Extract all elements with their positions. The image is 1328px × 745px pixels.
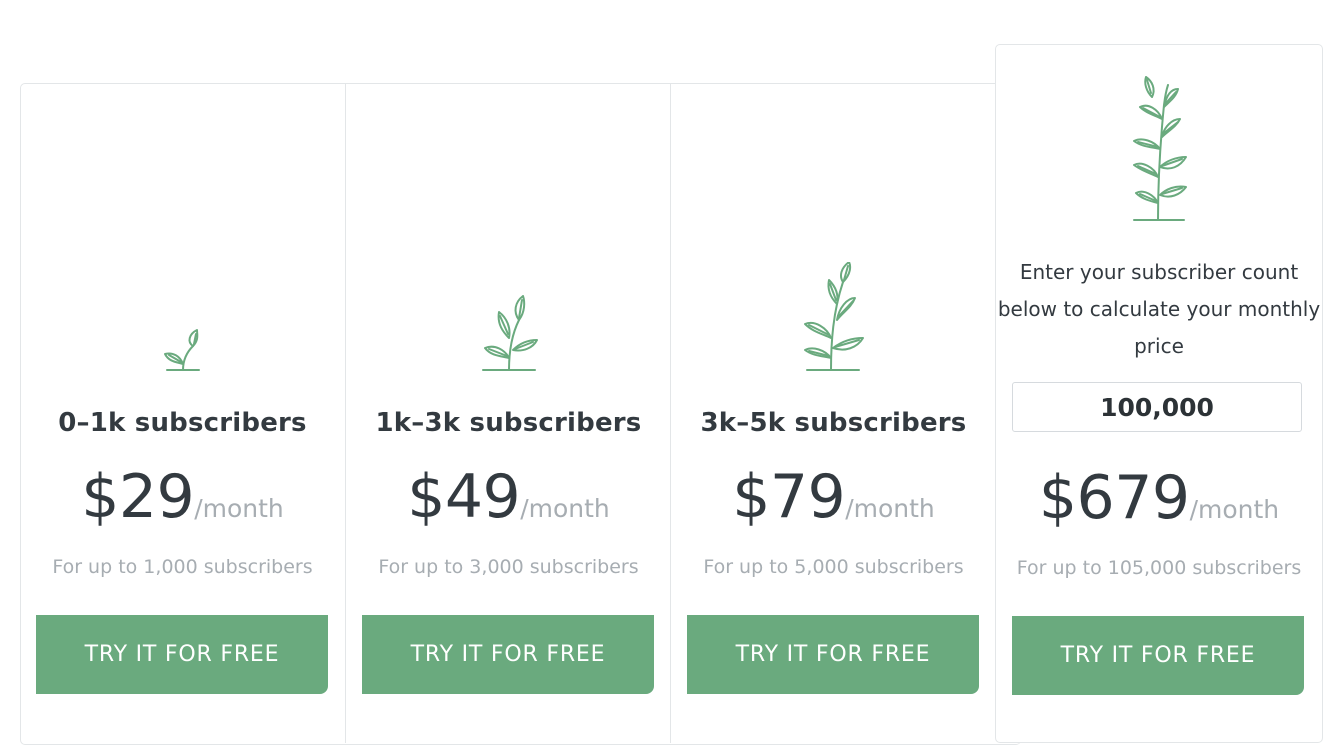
price-row: $679/month [996,463,1322,533]
sprout-icon [163,329,200,371]
medium-plant-icon [803,262,864,371]
plan-title: 0–1k subscribers [58,408,307,438]
price-period: /month [520,494,610,523]
tall-plant-icon [1133,76,1187,221]
plan-card-0-1k: 0–1k subscribers $29/month For up to 1,0… [20,84,345,743]
plan-note: For up to 1,000 subscribers [52,556,313,578]
plan-price: $49 [407,462,521,532]
try-free-button[interactable]: TRY IT FOR FREE [687,615,979,694]
subscriber-count-input[interactable] [1012,382,1302,432]
plan-card-3k-5k: 3k–5k subscribers $79/month For up to 5,… [670,84,996,743]
try-free-button[interactable]: TRY IT FOR FREE [1012,616,1304,695]
plan-note: For up to 105,000 subscribers [1016,557,1302,579]
try-free-button[interactable]: TRY IT FOR FREE [36,615,328,694]
plan-card-custom: Enter your subscriber count below to cal… [995,44,1323,743]
price-period: /month [1189,495,1280,524]
plan-price: $79 [732,462,846,532]
plan-price: $679 [1038,463,1190,533]
plan-title: 3k–5k subscribers [700,408,967,438]
plan-note: For up to 5,000 subscribers [703,556,964,578]
calculator-description: Enter your subscriber count below to cal… [997,260,1321,358]
price-period: /month [194,494,284,523]
price-row: $49/month [346,462,671,532]
plan-note: For up to 3,000 subscribers [378,556,639,578]
plan-card-1k-3k: 1k–3k subscribers $49/month For up to 3,… [345,84,671,743]
try-free-button[interactable]: TRY IT FOR FREE [362,615,654,694]
price-row: $79/month [671,462,996,532]
price-period: /month [845,494,935,523]
plan-price: $29 [81,462,195,532]
plan-title: 1k–3k subscribers [375,408,642,438]
price-row: $29/month [20,462,345,532]
small-plant-icon [481,295,538,371]
